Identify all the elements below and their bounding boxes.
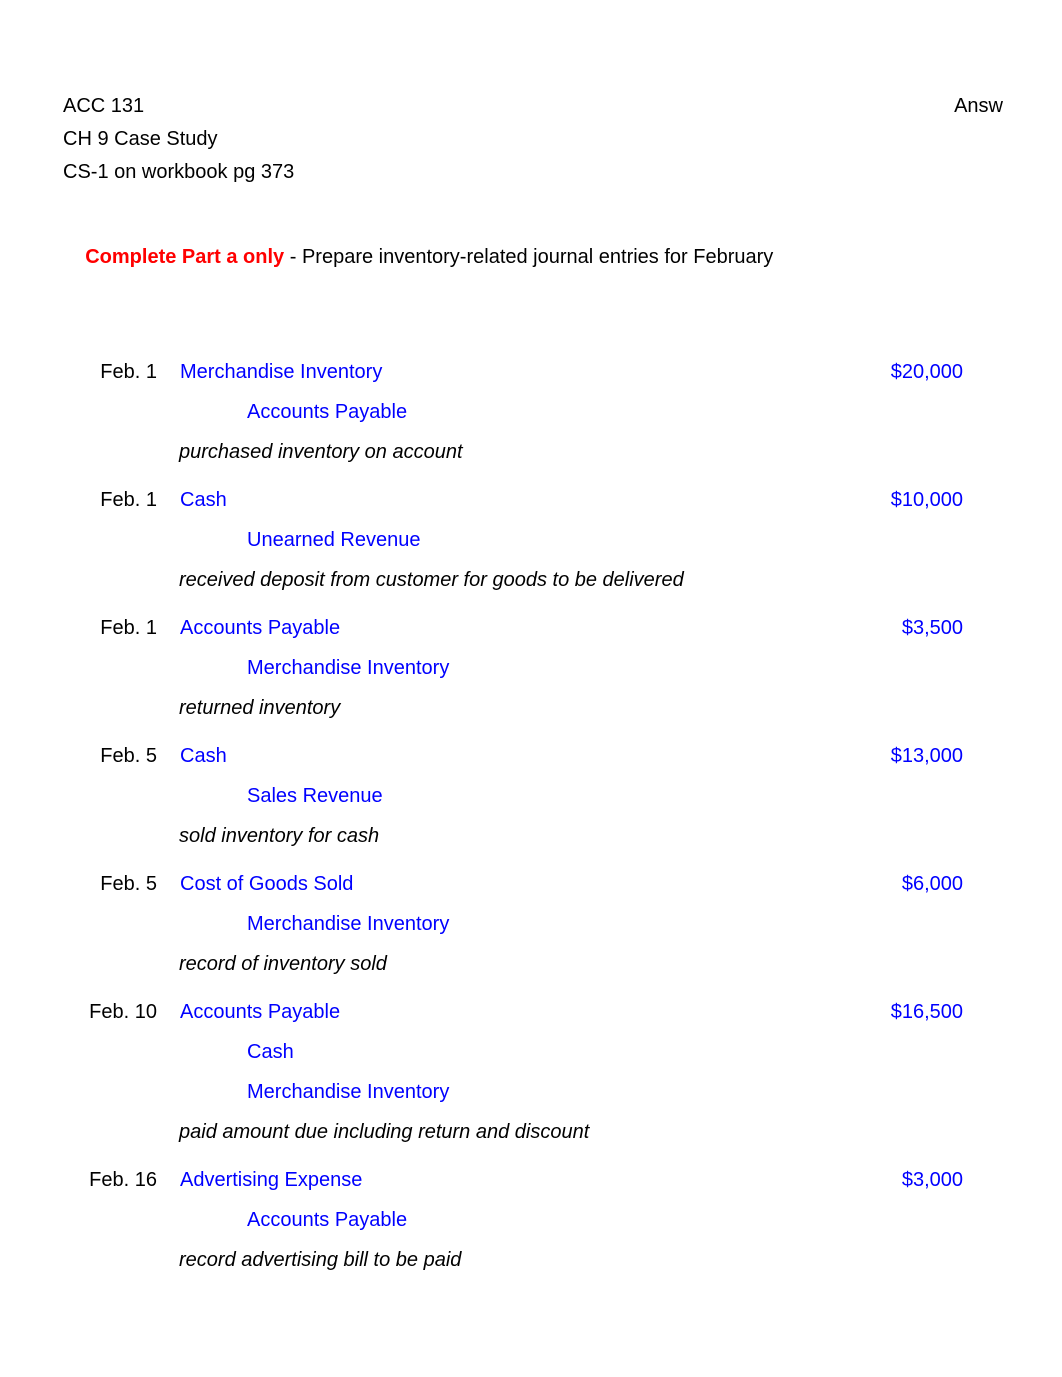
journal-memo-row: purchased inventory on account <box>0 432 1062 472</box>
answer-key-label: Answ <box>954 95 1003 117</box>
journal-entry: Feb. 16 Advertising Expense $3,000 Accounts… <box>0 1160 1062 1280</box>
journal-credit-row: Merchandise Inventory <box>0 1072 1062 1112</box>
entry-amount: $6,000 <box>901 873 963 895</box>
debit-account-name: Accounts Payable <box>180 1001 341 1023</box>
course-code: ACC 131 <box>63 95 145 117</box>
debit-account-name: Cash <box>180 745 227 767</box>
journal-memo-row: record advertising bill to be paid <box>0 1240 1062 1280</box>
entry-amount: $3,000 <box>901 1169 963 1191</box>
entry-date: Feb. 16 <box>89 1169 157 1191</box>
journal-debit-row: Feb. 1 Cash $10,000 <box>0 480 1062 520</box>
debit-account-name: Accounts Payable <box>180 617 341 639</box>
entry-description: sold inventory for cash <box>179 825 380 847</box>
journal-credit-row: Accounts Payable <box>0 392 1062 432</box>
journal-credit-row: Cash <box>0 1032 1062 1072</box>
entry-description: record advertising bill to be paid <box>179 1249 462 1271</box>
entry-amount: $20,000 <box>890 361 963 383</box>
entry-date: Feb. 10 <box>89 1001 157 1023</box>
journal-entry: Feb. 5 Cash $13,000 Sales Revenue sold inven… <box>0 736 1062 856</box>
credit-account-name: Merchandise Inventory <box>247 913 450 935</box>
instruction-emphasis: Complete Part a only <box>85 246 285 268</box>
debit-account-name: Cost of Goods Sold <box>180 873 354 895</box>
credit-account-name: Cash <box>247 1041 294 1063</box>
entry-amount: $3,500 <box>901 617 963 639</box>
journal-entry: Feb. 1 Cash $10,000 Unearned Revenue receive… <box>0 480 1062 600</box>
entry-date: Feb. 5 <box>100 873 157 895</box>
debit-account-name: Cash <box>180 489 227 511</box>
journal-memo-row: paid amount due including return and dis… <box>0 1112 1062 1152</box>
entry-description: returned inventory <box>179 697 341 719</box>
journal-debit-row: Feb. 10 Accounts Payable $16,500 <box>0 992 1062 1032</box>
credit-account-name: Accounts Payable <box>247 401 408 423</box>
assignment-title: CH 9 Case Study <box>63 128 218 150</box>
journal-memo-row: sold inventory for cash <box>0 816 1062 856</box>
journal-entry: Feb. 5 Cost of Goods Sold $6,000 Merchandis… <box>0 864 1062 984</box>
journal-debit-row: Feb. 5 Cost of Goods Sold $6,000 <box>0 864 1062 904</box>
journal-memo-row: returned inventory <box>0 688 1062 728</box>
entry-date: Feb. 1 <box>100 361 157 383</box>
journal-debit-row: Feb. 5 Cash $13,000 <box>0 736 1062 776</box>
document-header: ACC 131 Answ CH 9 Case Study CS-1 on wor… <box>63 90 1003 189</box>
entry-description: received deposit from customer for goods… <box>179 569 684 591</box>
debit-account-name: Advertising Expense <box>180 1169 363 1191</box>
credit-account-name: Sales Revenue <box>247 785 383 807</box>
journal-debit-row: Feb. 1 Merchandise Inventory $20,000 <box>0 352 1062 392</box>
instruction-line: Complete Part a only - Prepare inventory… <box>63 215 773 299</box>
journal-memo-row: record of inventory sold <box>0 944 1062 984</box>
journal-credit-row: Accounts Payable <box>0 1200 1062 1240</box>
journal-credit-row: Unearned Revenue <box>0 520 1062 560</box>
journal-entry: Feb. 1 Accounts Payable $3,500 Merchandise … <box>0 608 1062 728</box>
credit-account-name: Merchandise Inventory <box>247 657 450 679</box>
credit-account-name: Accounts Payable <box>247 1209 408 1231</box>
entry-amount: $16,500 <box>890 1001 963 1023</box>
journal-debit-row: Feb. 16 Advertising Expense $3,000 <box>0 1160 1062 1200</box>
header-first-row: ACC 131 Answ <box>63 90 1003 123</box>
journal-credit-row: Merchandise Inventory <box>0 904 1062 944</box>
instruction-remainder: - Prepare inventory-related journal entr… <box>284 246 774 268</box>
credit-account-name: Merchandise Inventory <box>247 1081 450 1103</box>
journal-memo-row: received deposit from customer for goods… <box>0 560 1062 600</box>
entry-description: purchased inventory on account <box>179 441 463 463</box>
journal-credit-row: Sales Revenue <box>0 776 1062 816</box>
entry-date: Feb. 1 <box>100 617 157 639</box>
entry-description: paid amount due including return and dis… <box>179 1121 590 1143</box>
journal-debit-row: Feb. 1 Accounts Payable $3,500 <box>0 608 1062 648</box>
journal-entry: Feb. 1 Merchandise Inventory $20,000 Accoun… <box>0 352 1062 472</box>
workbook-reference: CS-1 on workbook pg 373 <box>63 161 295 183</box>
entry-amount: $13,000 <box>890 745 963 767</box>
document-page: ACC 131 Answ CH 9 Case Study CS-1 on wor… <box>0 0 1062 1377</box>
journal-credit-row: Merchandise Inventory <box>0 648 1062 688</box>
credit-account-name: Unearned Revenue <box>247 529 421 551</box>
entry-date: Feb. 5 <box>100 745 157 767</box>
journal-entry-list: Feb. 1 Merchandise Inventory $20,000 Accoun… <box>0 352 1062 1288</box>
entry-description: record of inventory sold <box>179 953 387 975</box>
journal-entry: Feb. 10 Accounts Payable $16,500 Cash Mercha… <box>0 992 1062 1152</box>
entry-date: Feb. 1 <box>100 489 157 511</box>
debit-account-name: Merchandise Inventory <box>180 361 383 383</box>
entry-amount: $10,000 <box>890 489 963 511</box>
